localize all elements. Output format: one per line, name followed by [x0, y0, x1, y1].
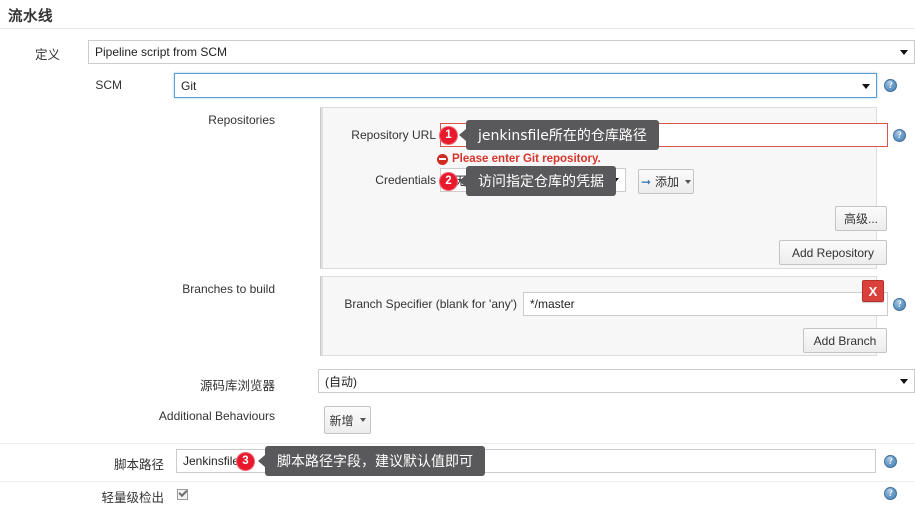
repo-browser-label: 源码库浏览器 [199, 379, 275, 393]
pipeline-config-page: 流水线 定义 Pipeline script from SCM SCM Git … [0, 0, 915, 509]
advanced-button[interactable]: 高级... [835, 206, 887, 231]
branch-specifier-value: */master [530, 297, 575, 311]
lightweight-checkout-checkbox[interactable] [177, 489, 188, 500]
definition-select-value: Pipeline script from SCM [95, 45, 228, 59]
lightweight-checkout-label: 轻量级检出 [101, 491, 164, 505]
repository-url-error-text: Please enter Git repository. [452, 153, 601, 165]
branch-specifier-input[interactable]: */master [523, 292, 888, 316]
chevron-down-icon [900, 50, 908, 55]
add-branch-button[interactable]: Add Branch [803, 328, 887, 353]
advanced-label: 高级... [844, 212, 879, 226]
additional-behaviours-add-button[interactable]: 新增 [324, 406, 371, 434]
page-title: 流水线 [8, 9, 53, 25]
branches-label: Branches to build [182, 282, 275, 296]
error-icon [437, 153, 448, 165]
annotation-tooltip-1: jenkinsfile所在的仓库路径 [459, 120, 659, 150]
scm-select[interactable]: Git [174, 73, 877, 98]
script-path-value: Jenkinsfile [183, 454, 240, 468]
definition-label: 定义 [34, 48, 60, 62]
title-divider [0, 28, 915, 29]
lightweight-checkout-divider [0, 481, 915, 482]
annotation-badge-2: 2 [439, 172, 458, 191]
help-icon-branch-specifier[interactable]: ? [893, 298, 906, 311]
script-path-label: 脚本路径 [113, 458, 164, 472]
help-icon-scm[interactable]: ? [884, 79, 897, 92]
help-icon-lightweight-checkout[interactable]: ? [884, 487, 897, 500]
chevron-down-icon [862, 83, 870, 89]
left-arrow-icon: ➞ [640, 174, 652, 189]
credentials-label: Credentials [375, 173, 436, 187]
add-repository-button[interactable]: Add Repository [779, 240, 887, 265]
scm-label: SCM [95, 78, 122, 92]
delete-branch-button[interactable]: X [862, 280, 884, 302]
branches-panel [320, 276, 877, 356]
chevron-down-icon [900, 379, 908, 384]
chevron-down-icon [359, 418, 366, 422]
help-icon-script-path[interactable]: ? [884, 455, 897, 468]
annotation-badge-1: 1 [439, 126, 458, 145]
add-branch-label: Add Branch [813, 333, 877, 348]
add-repository-label: Add Repository [791, 245, 875, 260]
scm-select-value: Git [181, 78, 197, 93]
chevron-down-icon [685, 179, 692, 184]
annotation-badge-3: 3 [236, 452, 255, 471]
additional-behaviours-label: Additional Behaviours [158, 409, 275, 423]
branch-specifier-label: Branch Specifier (blank for 'any') [344, 297, 517, 311]
repo-browser-select[interactable]: (自动) [318, 369, 915, 393]
repository-url-error: Please enter Git repository. [437, 153, 601, 165]
repository-url-label: Repository URL [351, 128, 436, 142]
annotation-tooltip-2: 访问指定仓库的凭据 [459, 166, 616, 196]
add-credentials-label: 添加 [655, 175, 680, 189]
annotation-tooltip-3: 脚本路径字段，建议默认值即可 [258, 446, 485, 476]
definition-select[interactable]: Pipeline script from SCM [88, 40, 915, 64]
repositories-panel-handle [320, 107, 323, 269]
help-icon-repository-url[interactable]: ? [893, 129, 906, 142]
repo-browser-value: (自动) [325, 374, 357, 389]
additional-behaviours-add-label: 新增 [329, 413, 354, 428]
add-credentials-button[interactable]: ➞ 添加 [638, 169, 694, 194]
script-path-divider [0, 443, 915, 444]
repositories-label: Repositories [208, 113, 275, 127]
branches-panel-handle [320, 276, 323, 356]
